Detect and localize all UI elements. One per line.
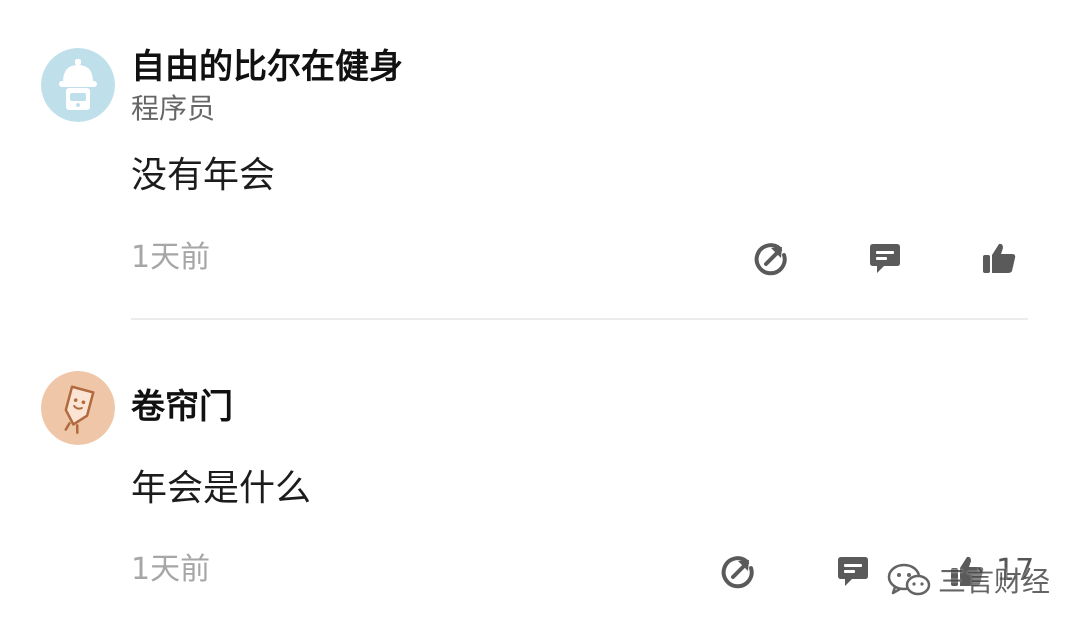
timestamp: 1天前 xyxy=(131,552,211,587)
share-icon xyxy=(754,243,787,276)
timestamp: 1天前 xyxy=(131,240,211,275)
thumbs-up-icon xyxy=(983,243,1016,273)
avatar[interactable] xyxy=(41,371,115,445)
share-icon xyxy=(721,556,754,589)
watermark-text: 三言财经 xyxy=(938,565,1051,598)
user-job-title: 程序员 xyxy=(131,92,216,125)
avatar[interactable] xyxy=(41,48,115,122)
username[interactable]: 自由的比尔在健身 xyxy=(131,47,403,87)
share-button[interactable] xyxy=(720,553,756,589)
comment-icon xyxy=(870,244,900,273)
comment-item: 自由的比尔在健身 程序员 没有年会 1天前 xyxy=(0,0,1080,320)
watermark: 三言财经 xyxy=(886,560,1050,600)
comment-text: 没有年会 xyxy=(131,155,276,196)
share-button[interactable] xyxy=(753,240,789,276)
comment-text: 年会是什么 xyxy=(131,468,312,509)
comment-button[interactable] xyxy=(835,553,871,589)
comment-button[interactable] xyxy=(867,240,903,276)
helmet-robot-icon xyxy=(41,48,115,122)
wechat-icon xyxy=(886,562,932,598)
username[interactable]: 卷帘门 xyxy=(131,387,233,427)
comment-icon xyxy=(838,557,868,586)
shield-mascot-icon xyxy=(41,371,115,445)
like-button[interactable] xyxy=(981,240,1017,276)
